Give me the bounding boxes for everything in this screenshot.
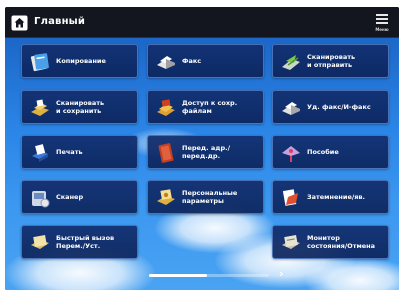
tile-print[interactable]: Печать: [21, 135, 138, 169]
tile-label: Уд. факс/И-факс: [307, 103, 371, 111]
tile-address-book[interactable]: Перед. адр./перед.др.: [147, 135, 264, 169]
print-icon: [32, 144, 48, 162]
menu-bar-line: [376, 22, 388, 24]
tile-copy[interactable]: Копирование: [21, 44, 138, 78]
tile-scanner[interactable]: Сканер: [21, 180, 138, 214]
page-scrollbar[interactable]: [149, 274, 269, 277]
top-bar: Главный Меню: [5, 7, 399, 38]
tile-label: Перед. адр./перед.др.: [182, 144, 231, 160]
tile-fax[interactable]: Факс: [147, 44, 264, 78]
tile-tutorial[interactable]: Пособие: [272, 135, 389, 169]
address-book-icon: [158, 143, 174, 163]
home-background: Копирование Факс Сканировать и отправить: [5, 38, 399, 290]
page-scroll-thumb[interactable]: [149, 274, 207, 277]
home-icon[interactable]: [11, 15, 28, 31]
tile-quick-menu[interactable]: Быстрый вызов Перем./Уст.: [21, 225, 138, 259]
menu-button[interactable]: Меню: [374, 12, 390, 34]
tile-label: Сканировать и отправить: [307, 53, 356, 69]
tile-personal-settings[interactable]: Персональные параметры: [147, 180, 264, 214]
tile-remote-fax[interactable]: Уд. факс/И-факс: [272, 90, 389, 124]
status-monitor-icon: [282, 235, 300, 249]
tile-label: Быстрый вызов Перем./Уст.: [56, 234, 115, 250]
menu-bar-line: [376, 18, 388, 20]
scan-save-icon: [31, 99, 49, 116]
tile-label: Сканировать и сохранить: [56, 99, 105, 115]
tile-stored-files[interactable]: Доступ к сохр. файлам: [147, 90, 264, 124]
tile-label: Затемнение/яв.: [307, 193, 365, 201]
tile-label: Монитор состояния/Отмена: [307, 234, 376, 250]
tile-status-monitor[interactable]: Монитор состояния/Отмена: [272, 225, 389, 259]
tile-label: Печать: [56, 148, 83, 156]
tile-label: Персональные параметры: [182, 189, 238, 205]
copy-icon: [30, 53, 49, 72]
density-icon: [282, 189, 298, 206]
touch-screen: Главный Меню Копирование Факс Сканироват…: [5, 7, 399, 290]
tutorial-icon: [282, 146, 300, 162]
page-title: Главный: [34, 16, 86, 27]
tile-label: Сканер: [56, 193, 84, 201]
next-page-arrow-icon[interactable]: ›: [279, 268, 289, 280]
tile-label: Пособие: [307, 148, 339, 156]
menu-label: Меню: [375, 27, 389, 32]
device-frame: Главный Меню Копирование Факс Сканироват…: [0, 0, 404, 304]
personal-settings-icon: [157, 189, 175, 205]
tile-label: Копирование: [56, 57, 106, 65]
scan-send-icon: [282, 55, 300, 70]
tile-scan-send[interactable]: Сканировать и отправить: [272, 44, 389, 78]
tile-density[interactable]: Затемнение/яв.: [272, 180, 389, 214]
stored-files-icon: [157, 99, 175, 116]
remote-fax-icon: [282, 102, 300, 115]
tile-label: Факс: [182, 57, 202, 65]
menu-bar-line: [376, 14, 388, 16]
tile-scan-save[interactable]: Сканировать и сохранить: [21, 90, 138, 124]
scanner-icon: [32, 191, 50, 208]
quick-menu-icon: [31, 235, 49, 249]
fax-icon: [157, 56, 175, 69]
tile-label: Доступ к сохр. файлам: [182, 99, 238, 115]
